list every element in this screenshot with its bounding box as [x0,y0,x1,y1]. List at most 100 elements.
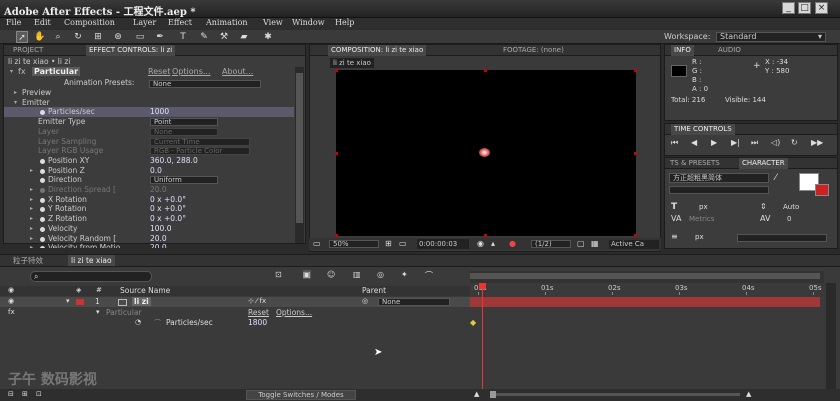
parent-select[interactable]: None [378,298,450,306]
effect-property-row[interactable]: Particles/sec 1000 [4,107,294,118]
zoom-select[interactable]: 50% [329,240,379,248]
expand-icon[interactable]: ▸ [30,243,33,248]
tab-effects-presets[interactable]: TS & PRESETS [667,158,723,169]
menu-window[interactable]: Window [292,18,325,27]
menu-layer[interactable]: Layer [133,18,156,27]
leading-value[interactable]: Auto [783,203,799,211]
property-select[interactable]: RGB - Particle Color [150,147,250,156]
property-value[interactable]: 360.0, 288.0 [150,156,198,166]
options-link[interactable]: Options... [172,67,211,76]
stopwatch-icon[interactable] [40,217,45,223]
stroke-unit[interactable]: px [695,233,704,241]
property-value[interactable]: 0 x +0.0° [150,214,186,224]
stopwatch-icon[interactable] [40,110,45,116]
layer-duration-bar[interactable] [470,297,820,307]
effect-property-row[interactable]: ▸ Velocity Random [20.0 [4,234,294,244]
stopwatch-icon[interactable] [40,178,45,184]
rotate-tool-icon[interactable]: ↻ [72,31,84,43]
presets-select[interactable]: None [149,80,261,88]
tab-composition[interactable]: COMPOSITION: li zi te xiao [328,45,427,56]
grid-icon[interactable]: ⊞ [385,239,392,248]
stopwatch-icon[interactable] [40,207,45,213]
toggle-inout-icon[interactable]: ⊡ [36,390,42,398]
transparency-icon[interactable]: ▦ [591,239,599,248]
effect-property-row[interactable]: Emitter Type Point [4,117,294,127]
expand-icon[interactable]: ▸ [14,88,17,98]
pen-tool-icon[interactable]: ✒ [154,31,166,43]
draft-3d-icon[interactable]: ▣ [303,270,311,279]
handle-tr[interactable] [634,69,637,72]
current-time-indicator[interactable] [482,283,483,401]
tab-timeline-1[interactable]: 粒子特效 [10,255,46,266]
stopwatch-icon[interactable] [40,168,45,174]
graph-icon[interactable]: ⌒ [154,318,161,328]
play-icon[interactable]: ▶ [711,138,717,147]
menu-view[interactable]: View [263,18,283,27]
pan-behind-tool-icon[interactable]: ⊛ [112,31,124,43]
effect-property-row[interactable]: ▸ Direction Spread [20.0 [4,185,294,195]
stopwatch-icon[interactable]: ◔ [135,318,141,326]
layer-switches[interactable]: ⊹ ⁄ fx [248,297,266,305]
effect-property-row[interactable]: Layer None [4,127,294,137]
handle-bl[interactable] [335,234,338,237]
property-value[interactable]: 20.0 [150,234,167,244]
effect-row-name[interactable]: Particular [106,308,142,317]
expand-icon[interactable]: ▾ [10,68,13,75]
workspace-select[interactable]: Standard ▾ [716,32,826,42]
scrollbar-thumb[interactable] [296,73,303,223]
camera-select[interactable]: Active Ca [609,240,659,249]
source-name-header[interactable]: Source Name [120,286,170,295]
tab-footage[interactable]: FOOTAGE: (none) [500,45,567,56]
eraser-tool-icon[interactable]: ▰ [238,31,250,43]
zoom-slider[interactable] [490,391,740,398]
handle-bm[interactable] [484,234,487,237]
timecode-field[interactable]: 0:00:00:03 [417,239,469,249]
tab-effect-controls[interactable]: EFFECT CONTROLS: li zi [86,45,176,56]
menu-animation[interactable]: Animation [206,18,248,27]
maximize-button[interactable]: □ [798,2,811,14]
expand-icon[interactable]: ▾ [66,297,70,305]
property-name[interactable]: Particles/sec [166,318,213,327]
effect-property-row[interactable]: ▸ Position Z 0.0 [4,166,294,176]
about-link[interactable]: About... [222,67,253,76]
menu-file[interactable]: File [6,18,21,27]
stroke-color-swatch[interactable] [815,184,829,196]
clone-tool-icon[interactable]: ⚒ [218,31,230,43]
property-select[interactable]: Current Time [150,137,250,146]
frame-blend-icon[interactable]: ▥ [353,270,361,279]
font-style-select[interactable] [669,186,769,194]
resolution-select[interactable]: (1/2) [531,240,571,248]
toggle-expand-icon[interactable]: ⊞ [22,390,28,398]
menu-edit[interactable]: Edit [34,18,51,27]
first-frame-icon[interactable]: ⏮ [671,138,678,148]
property-value[interactable]: 100.0 [150,224,171,234]
handle-tl[interactable] [335,69,338,72]
property-value[interactable]: 20.0 [150,185,167,195]
zoom-in-icon[interactable]: ▲ [746,390,751,398]
effect-property-row[interactable]: ▸ X Rotation 0 x +0.0° [4,195,294,205]
property-select[interactable]: None [150,127,218,136]
effect-property-row[interactable]: Direction Uniform [4,175,294,185]
expand-icon[interactable]: ▸ [30,234,33,244]
tracking-value[interactable]: 0 [787,215,791,223]
stopwatch-icon[interactable] [40,188,45,193]
monitor-icon[interactable]: ▭ [313,239,321,248]
metrics-value[interactable]: Metrics [689,215,714,223]
property-value[interactable]: 1000 [150,107,169,117]
tab-audio[interactable]: AUDIO [715,45,744,56]
stopwatch-icon[interactable] [40,197,45,203]
menu-effect[interactable]: Effect [168,18,192,27]
hand-tool-icon[interactable]: ✋ [34,31,46,43]
effect-property-row[interactable]: ▸ Y Rotation 0 x +0.0° [4,204,294,214]
graph-editor-icon[interactable]: ⌒ [425,270,433,281]
brush-tool-icon[interactable]: ✎ [198,31,210,43]
audio-icon[interactable]: ◁) [771,138,780,147]
property-value[interactable]: 0 x +0.0° [150,204,186,214]
effect-reset[interactable]: Reset [248,308,269,317]
loop-icon[interactable]: ↻ [791,138,798,147]
selection-tool-icon[interactable]: ➚ [16,31,28,43]
next-frame-icon[interactable]: ▶| [731,138,740,147]
minimize-button[interactable]: _ [782,2,795,14]
effect-property-row[interactable]: Layer Sampling Current Time [4,137,294,147]
property-select[interactable]: Uniform [150,176,218,185]
